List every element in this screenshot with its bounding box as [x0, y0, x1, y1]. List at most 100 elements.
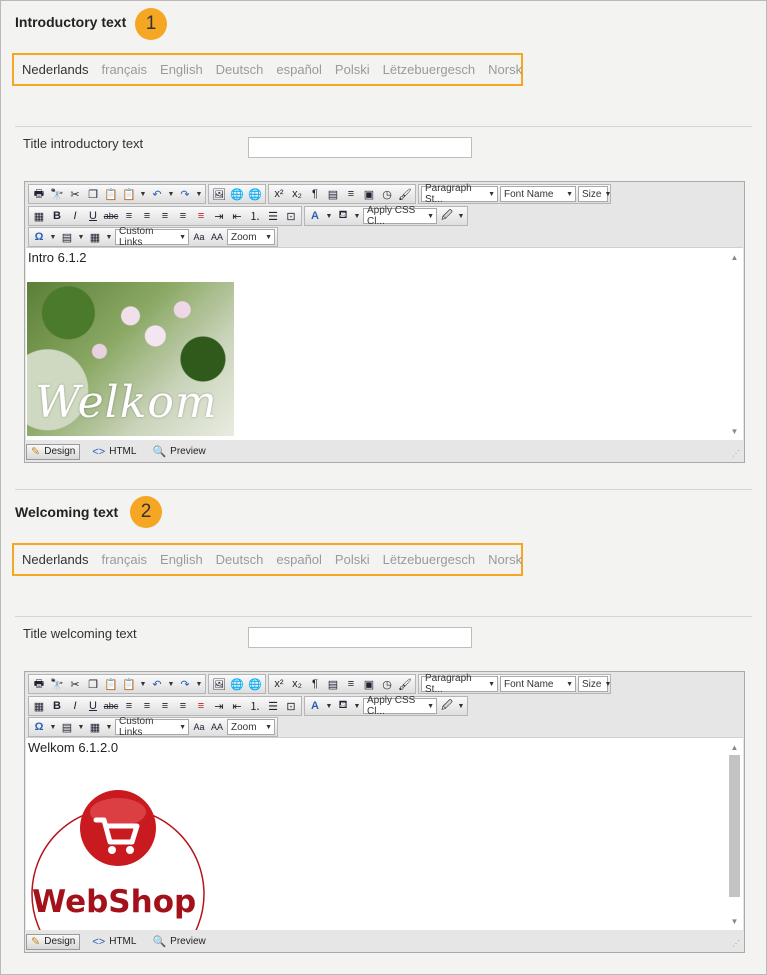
align-right-icon[interactable]: ≡: [156, 207, 174, 225]
justify-icon[interactable]: ≡: [174, 697, 192, 715]
lang-tab-english[interactable]: English: [160, 552, 203, 567]
font-color-icon[interactable]: A: [306, 697, 324, 715]
lang-tab-deutsch[interactable]: Deutsch: [216, 552, 264, 567]
format-block-icon[interactable]: ≡: [342, 185, 360, 203]
symbol-icon[interactable]: Ω: [30, 228, 48, 246]
remove-link-icon[interactable]: 🌐: [246, 185, 264, 203]
editor-content-area[interactable]: Welkom 6.1.2.0 WebShop ▲ ▼: [26, 737, 743, 930]
bullet-list-icon[interactable]: ☰: [264, 207, 282, 225]
html-mode-button[interactable]: <> HTML: [88, 444, 140, 460]
scroll-up-icon[interactable]: ▲: [726, 740, 743, 754]
zoom-select[interactable]: Zoom ▼: [227, 719, 275, 735]
underline-icon[interactable]: U: [84, 697, 102, 715]
print-icon[interactable]: 🖶: [30, 185, 48, 203]
chevron-down-icon[interactable]: ▼: [324, 207, 334, 225]
lang-tab-polski[interactable]: Polski: [335, 62, 370, 77]
lang-tab-english[interactable]: English: [160, 62, 203, 77]
template-icon[interactable]: ▦: [86, 228, 104, 246]
image-manager-icon[interactable]: 🖼: [210, 185, 228, 203]
insert-paragraph-icon[interactable]: ▤: [324, 675, 342, 693]
superscript-icon[interactable]: x²: [270, 675, 288, 693]
remove-link-icon[interactable]: 🌐: [246, 675, 264, 693]
paragraph-style-select[interactable]: Paragraph St... ▼: [421, 183, 498, 205]
design-mode-button[interactable]: ✎ Design: [26, 933, 81, 950]
spellcheck-icon[interactable]: 🖌: [396, 675, 414, 693]
indent-icon[interactable]: ⇥: [210, 207, 228, 225]
align-center-icon[interactable]: ≡: [138, 207, 156, 225]
numbered-list-icon[interactable]: ⒈: [246, 207, 264, 225]
lang-tab-francais[interactable]: français: [102, 552, 148, 567]
apply-css-class-select[interactable]: Apply CSS Cl... ▼: [363, 205, 437, 227]
insert-table-icon[interactable]: ▤: [58, 228, 76, 246]
justify-icon[interactable]: ≡: [174, 207, 192, 225]
html-mode-button[interactable]: <> HTML: [88, 934, 140, 950]
scrollbar-thumb[interactable]: [729, 755, 740, 897]
underline-icon[interactable]: U: [84, 207, 102, 225]
paragraph-icon[interactable]: ¶: [306, 675, 324, 693]
font-name-select[interactable]: Font Name ▼: [500, 676, 576, 692]
template-icon[interactable]: ▦: [86, 718, 104, 736]
copy-icon[interactable]: ❐: [84, 675, 102, 693]
lang-tab-letzebuergesch[interactable]: Lëtzebuergesch: [383, 552, 476, 567]
image-manager-icon[interactable]: 🖼: [210, 675, 228, 693]
chevron-down-icon[interactable]: ▼: [48, 228, 58, 246]
align-left-icon[interactable]: ≡: [120, 697, 138, 715]
lang-tab-francais[interactable]: français: [102, 62, 148, 77]
table-properties-icon[interactable]: ▦: [30, 697, 48, 715]
cut-icon[interactable]: ✂: [66, 675, 84, 693]
undo-icon[interactable]: ↶: [148, 675, 166, 693]
outdent-icon[interactable]: ⇤: [228, 207, 246, 225]
lang-tab-nederlands[interactable]: Nederlands: [22, 552, 89, 567]
lang-tab-norsk[interactable]: Norsk: [488, 62, 522, 77]
lang-tab-polski[interactable]: Polski: [335, 552, 370, 567]
lang-tab-espanol[interactable]: español: [276, 62, 322, 77]
find-icon[interactable]: 🔭: [48, 185, 66, 203]
chevron-down-icon[interactable]: ▼: [456, 207, 466, 225]
print-icon[interactable]: 🖶: [30, 675, 48, 693]
apply-css-class-select[interactable]: Apply CSS Cl... ▼: [363, 695, 437, 717]
align-right-icon[interactable]: ≡: [156, 697, 174, 715]
italic-icon[interactable]: I: [66, 207, 84, 225]
chevron-down-icon[interactable]: ▼: [138, 675, 148, 693]
symbol-icon[interactable]: Ω: [30, 718, 48, 736]
redo-icon[interactable]: ↷: [176, 185, 194, 203]
scroll-down-icon[interactable]: ▼: [726, 914, 743, 928]
table-properties-icon[interactable]: ▦: [30, 207, 48, 225]
chevron-down-icon[interactable]: ▼: [324, 697, 334, 715]
insert-date-icon[interactable]: ◷: [378, 185, 396, 203]
undo-icon[interactable]: ↶: [148, 185, 166, 203]
format-stripper-icon[interactable]: 🖉: [438, 207, 456, 225]
outdent-icon[interactable]: ⇤: [228, 697, 246, 715]
chevron-down-icon[interactable]: ▼: [104, 228, 114, 246]
format-block-icon[interactable]: ≡: [342, 675, 360, 693]
convert-lower-icon[interactable]: Aa: [190, 718, 208, 736]
hyperlink-icon[interactable]: 🌐: [228, 675, 246, 693]
lang-tab-letzebuergesch[interactable]: Lëtzebuergesch: [383, 62, 476, 77]
numbered-list-icon[interactable]: ⒈: [246, 697, 264, 715]
paste-icon[interactable]: 📋: [102, 185, 120, 203]
insert-box-icon[interactable]: ⊡: [282, 697, 300, 715]
insert-date-icon[interactable]: ◷: [378, 675, 396, 693]
chevron-down-icon[interactable]: ▼: [194, 675, 204, 693]
title-welcoming-input[interactable]: [248, 627, 472, 648]
lang-tab-nederlands[interactable]: Nederlands: [22, 62, 89, 77]
format-stripper-icon[interactable]: 🖉: [438, 697, 456, 715]
font-size-select[interactable]: Size ▼: [578, 186, 611, 202]
form-element-icon[interactable]: ▣: [360, 675, 378, 693]
align-left-icon[interactable]: ≡: [120, 207, 138, 225]
design-mode-button[interactable]: ✎ Design: [26, 443, 81, 460]
insert-paragraph-icon[interactable]: ▤: [324, 185, 342, 203]
hyperlink-icon[interactable]: 🌐: [228, 185, 246, 203]
insert-table-icon[interactable]: ▤: [58, 718, 76, 736]
scroll-down-icon[interactable]: ▼: [726, 424, 743, 438]
paste-options-icon[interactable]: 📋: [120, 185, 138, 203]
chevron-down-icon[interactable]: ▼: [48, 718, 58, 736]
paragraph-style-select[interactable]: Paragraph St... ▼: [421, 673, 498, 695]
font-name-select[interactable]: Font Name ▼: [500, 186, 576, 202]
lang-tab-norsk[interactable]: Norsk: [488, 552, 522, 567]
font-size-select[interactable]: Size ▼: [578, 676, 611, 692]
paste-icon[interactable]: 📋: [102, 675, 120, 693]
vertical-scrollbar[interactable]: ▲ ▼: [726, 248, 743, 440]
spellcheck-icon[interactable]: 🖌: [396, 185, 414, 203]
chevron-down-icon[interactable]: ▼: [138, 185, 148, 203]
